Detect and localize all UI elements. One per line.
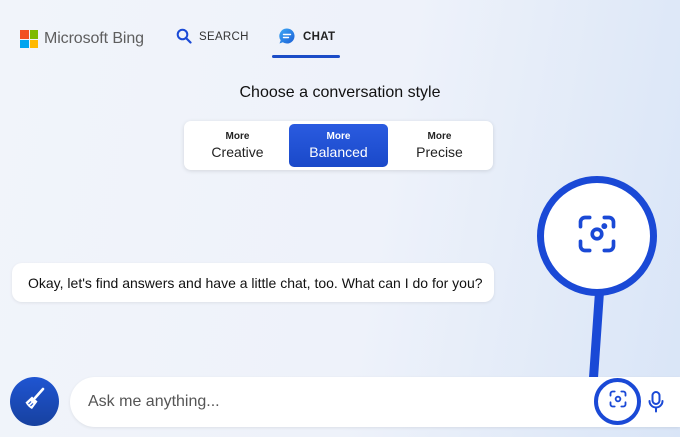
chat-input-bar	[70, 377, 680, 427]
microphone-icon	[648, 391, 664, 418]
tab-search-label: SEARCH	[199, 31, 249, 43]
tab-chat-label: CHAT	[303, 31, 336, 43]
style-option-prefix: More	[225, 131, 250, 142]
style-option-prefix: More	[427, 131, 452, 142]
style-option-label: Balanced	[309, 144, 368, 160]
bot-message-text: Okay, let's find answers and have a litt…	[28, 274, 483, 291]
search-icon	[176, 28, 192, 47]
chat-input[interactable]	[88, 390, 568, 414]
conversation-style-selector: More Creative More Balanced More Precise	[184, 121, 493, 170]
active-tab-indicator	[272, 55, 340, 58]
style-option-balanced[interactable]: More Balanced	[289, 124, 388, 167]
new-topic-button[interactable]	[10, 377, 59, 426]
style-option-precise[interactable]: More Precise	[390, 124, 489, 167]
brand-name: Microsoft Bing	[44, 30, 144, 47]
callout-connector	[588, 291, 604, 389]
visual-search-button[interactable]	[594, 378, 641, 425]
bing-logo[interactable]: Microsoft Bing	[20, 30, 144, 48]
camera-scan-icon	[608, 389, 628, 414]
callout-magnified-camera	[537, 176, 657, 296]
conversation-style-title: Choose a conversation style	[239, 84, 441, 101]
bot-message-bubble: Okay, let's find answers and have a litt…	[12, 263, 494, 302]
tab-search[interactable]: SEARCH	[176, 24, 249, 50]
tab-chat[interactable]: CHAT	[278, 24, 335, 50]
microsoft-logo-icon	[20, 30, 38, 48]
camera-scan-icon	[575, 212, 619, 261]
style-option-label: Precise	[416, 144, 463, 160]
voice-input-button[interactable]	[648, 390, 664, 419]
style-option-prefix: More	[326, 131, 351, 142]
style-option-creative[interactable]: More Creative	[188, 124, 287, 167]
style-option-label: Creative	[211, 144, 264, 160]
chat-icon	[278, 27, 296, 48]
header: Microsoft Bing SEARCH CHAT	[0, 0, 680, 62]
broom-icon	[21, 385, 49, 418]
